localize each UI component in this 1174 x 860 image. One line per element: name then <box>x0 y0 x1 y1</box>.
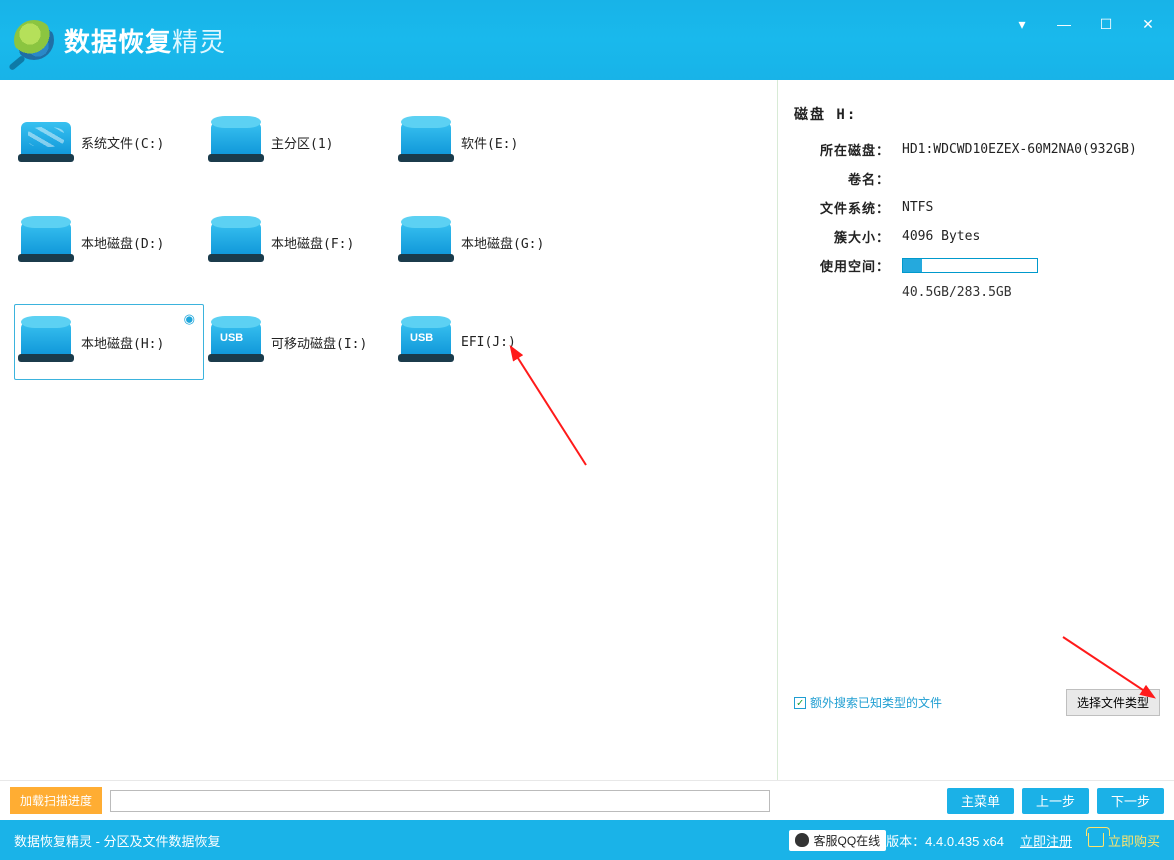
app-title-suffix: 精灵 <box>172 27 226 57</box>
toolbar: 加载扫描进度 主菜单 上一步 下一步 <box>0 780 1174 820</box>
disk-drive-icon <box>401 118 453 166</box>
titlebar: 数据恢复精灵 ▾ — ☐ ✕ <box>0 0 1174 80</box>
main-menu-button[interactable]: 主菜单 <box>947 788 1014 814</box>
scan-progress-input[interactable] <box>110 790 770 812</box>
drive-label: 本地磁盘(H:) <box>81 333 164 352</box>
info-value-cluster: 4096 Bytes <box>902 229 980 244</box>
select-file-type-button[interactable]: 选择文件类型 <box>1066 689 1160 716</box>
minimize-button[interactable]: — <box>1052 12 1076 36</box>
drive-label: 主分区(1) <box>271 133 333 152</box>
drive-label: 系统文件(C:) <box>81 133 164 152</box>
buy-now-label: 立即购买 <box>1108 831 1160 850</box>
drive-tile[interactable]: USB EFI(J:) <box>394 304 584 380</box>
extra-search-row: ✓ 额外搜索已知类型的文件 选择文件类型 <box>794 689 1160 716</box>
used-space-text: 40.5GB/283.5GB <box>902 285 1160 300</box>
drive-tile[interactable]: 系统文件(C:) <box>14 104 204 180</box>
load-scan-progress-button[interactable]: 加载扫描进度 <box>10 787 102 814</box>
status-bar: 数据恢复精灵 - 分区及文件数据恢复 客服QQ在线 版本：4.4.0.435 x… <box>0 820 1174 860</box>
disk-drive-icon <box>211 118 263 166</box>
app-title: 数据恢复精灵 <box>64 22 226 59</box>
status-text: 数据恢复精灵 - 分区及文件数据恢复 <box>14 831 789 850</box>
drive-tile[interactable]: 软件(E:) <box>394 104 584 180</box>
info-label-used: 使用空间： <box>794 256 890 275</box>
extra-search-label: 额外搜索已知类型的文件 <box>810 694 942 711</box>
disk-drive-icon <box>401 218 453 266</box>
drive-tile[interactable]: 本地磁盘(D:) <box>14 204 204 280</box>
disk-drive-icon <box>21 218 73 266</box>
usb-drive-icon: USB <box>401 318 453 366</box>
drive-tile[interactable]: 主分区(1) <box>204 104 394 180</box>
qq-icon <box>795 833 809 847</box>
app-logo-icon <box>14 20 54 60</box>
dropdown-icon[interactable]: ▾ <box>1010 12 1034 36</box>
info-heading: 磁盘 H: <box>794 104 1160 124</box>
info-panel: 磁盘 H: 所在磁盘： HD1:WDCWD10EZEX-60M2NA0(932G… <box>778 80 1174 780</box>
disk-drive-icon <box>21 318 73 366</box>
prev-step-button[interactable]: 上一步 <box>1022 788 1089 814</box>
next-step-button[interactable]: 下一步 <box>1097 788 1164 814</box>
qq-support-badge[interactable]: 客服QQ在线 <box>789 830 886 851</box>
close-button[interactable]: ✕ <box>1136 12 1160 36</box>
drive-label: 可移动磁盘(I:) <box>271 333 367 352</box>
info-label-cluster: 簇大小： <box>794 227 890 246</box>
info-label-volume: 卷名： <box>794 169 890 188</box>
drive-label: 软件(E:) <box>461 133 518 152</box>
drive-grid: 系统文件(C:) 主分区(1) 软件(E:) 本地磁盘(D:) 本地磁盘(F:) 本地磁盘… <box>0 80 777 780</box>
drive-tile[interactable]: 本地磁盘(H:) <box>14 304 204 380</box>
drive-label: EFI(J:) <box>461 335 516 350</box>
main-content: 系统文件(C:) 主分区(1) 软件(E:) 本地磁盘(D:) 本地磁盘(F:) 本地磁盘… <box>0 80 1174 780</box>
disk-drive-icon <box>211 218 263 266</box>
info-value-fs: NTFS <box>902 200 933 215</box>
buy-now-link[interactable]: 立即购买 <box>1088 831 1160 850</box>
info-label-disk: 所在磁盘： <box>794 140 890 159</box>
used-space-bar <box>902 258 1038 273</box>
drive-label: 本地磁盘(F:) <box>271 233 354 252</box>
checkbox-icon: ✓ <box>794 697 806 709</box>
info-label-fs: 文件系统： <box>794 198 890 217</box>
register-link[interactable]: 立即注册 <box>1020 831 1072 850</box>
drive-tile[interactable]: 本地磁盘(G:) <box>394 204 584 280</box>
drive-tile[interactable]: 本地磁盘(F:) <box>204 204 394 280</box>
info-value-disk: HD1:WDCWD10EZEX-60M2NA0(932GB) <box>902 142 1137 157</box>
window-controls: ▾ — ☐ ✕ <box>1010 12 1160 36</box>
app-title-main: 数据恢复 <box>64 27 172 57</box>
version-text: 版本：4.4.0.435 x64 <box>886 831 1004 850</box>
disk-drive-icon <box>21 118 73 166</box>
usb-drive-icon: USB <box>211 318 263 366</box>
drive-label: 本地磁盘(G:) <box>461 233 544 252</box>
drive-label: 本地磁盘(D:) <box>81 233 164 252</box>
drive-tile[interactable]: USB 可移动磁盘(I:) <box>204 304 394 380</box>
extra-search-checkbox[interactable]: ✓ 额外搜索已知类型的文件 <box>794 694 942 711</box>
maximize-button[interactable]: ☐ <box>1094 12 1118 36</box>
qq-support-label: 客服QQ在线 <box>813 832 880 849</box>
cart-icon <box>1088 833 1104 847</box>
